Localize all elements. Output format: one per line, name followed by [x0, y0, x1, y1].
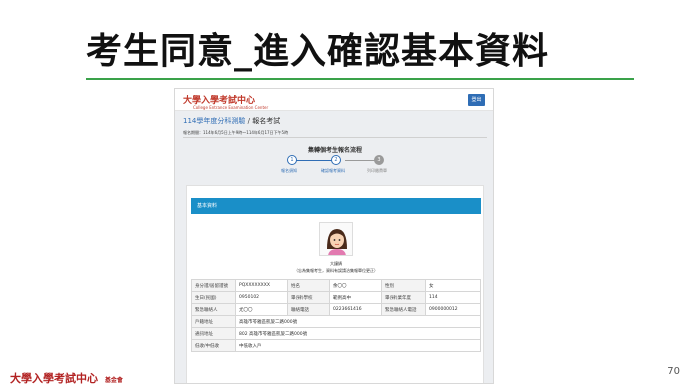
registration-period: 報名期間：114年6月5日上午9時～114年6月17日下午5時: [183, 130, 289, 135]
table-label: 聯絡電話: [287, 303, 330, 316]
page-number: 70: [667, 366, 680, 377]
table-label: 生日(民國): [191, 291, 236, 304]
breadcrumb-root-link[interactable]: 114學年度分科測驗: [183, 117, 245, 125]
footer-logo-small: 基金會: [104, 376, 123, 384]
table-label: 緊急聯絡人電話: [381, 303, 426, 316]
basic-info-card: 基本資料 大鐘鍋 （忘為集報考生，資料有誤請洽集報單位更正） 身分證/居留證號 …: [186, 185, 484, 383]
table-value: 0223661416: [329, 303, 382, 316]
table-value: PQXXXXXXXX: [235, 279, 288, 292]
table-label: 身分證/居留證號: [191, 279, 236, 292]
step-2-dot: 2: [331, 155, 341, 165]
site-logo[interactable]: 大學入學考試中心 College Entrance Examination Ce…: [183, 93, 268, 110]
correction-note: （忘為集報考生，資料有誤請洽集報單位更正）: [294, 268, 378, 273]
table-label: 緊急聯絡人: [191, 303, 236, 316]
footer-logo-text: 大學入學考試中心: [10, 372, 98, 385]
table-value: 114: [425, 291, 481, 304]
footer-logo: 大學入學考試中心 基金會: [10, 370, 123, 386]
progress-steps: 1 報名須知 2 確認報考資料 3 列印繳費單: [175, 155, 493, 179]
step-3-label: 列印繳費單: [367, 168, 387, 173]
divider: [183, 137, 487, 138]
step-1-label: 報名須知: [281, 168, 297, 173]
flow-title: 集轉個考生報名流程: [307, 147, 362, 154]
card-header: 基本資料: [191, 198, 481, 214]
table-value: 尤〇〇: [235, 303, 288, 316]
table-value: 中低收入戶: [235, 339, 481, 352]
table-value: 女: [425, 279, 481, 292]
step-2-label: 確認報考資料: [321, 168, 345, 173]
site-header: 大學入學考試中心 College Entrance Examination Ce…: [175, 89, 493, 111]
table-label: 低收/中低收: [191, 339, 236, 352]
table-label: 戶籍地址: [191, 315, 236, 328]
title-rule: [86, 78, 634, 80]
avatar-icon: [320, 223, 352, 255]
step-3-dot: 3: [374, 155, 384, 165]
table-row: 身分證/居留證號 PQXXXXXXXX 姓名 余〇〇 性別 女: [191, 279, 481, 292]
table-value: 0900000012: [425, 303, 481, 316]
student-name: 大鐘鍋: [330, 261, 342, 266]
table-row: 低收/中低收 中低收入戶: [191, 339, 481, 352]
table-label: 通訊地址: [191, 327, 236, 340]
slide-title: 考生同意_進入確認基本資料: [86, 31, 550, 72]
table-row: 戶籍地址 高雄市苓雅區凱旋二路000號: [191, 315, 481, 328]
breadcrumb: 114學年度分科測驗 / 報名考試: [183, 116, 280, 126]
table-label: 性別: [381, 279, 426, 292]
table-label: 畢(肄)業年度: [381, 291, 426, 304]
step-connector: [295, 160, 335, 161]
table-label: 姓名: [287, 279, 330, 292]
screenshot-frame: 大學入學考試中心 College Entrance Examination Ce…: [174, 88, 494, 384]
table-value: 802 高雄市苓雅區凱旋二路000號: [235, 327, 481, 340]
table-label: 畢(肄)學校: [287, 291, 330, 304]
table-row: 通訊地址 802 高雄市苓雅區凱旋二路000號: [191, 327, 481, 340]
student-photo: [319, 222, 353, 256]
brand-english: College Entrance Examination Center: [193, 105, 269, 110]
basic-info-table: 身分證/居留證號 PQXXXXXXXX 姓名 余〇〇 性別 女 生日(民國) 0…: [191, 279, 481, 352]
breadcrumb-current: 報名考試: [252, 117, 281, 125]
table-value: 0950102: [235, 291, 288, 304]
table-row: 生日(民國) 0950102 畢(肄)學校 範例高中 畢(肄)業年度 114: [191, 291, 481, 304]
logout-button[interactable]: 登出: [468, 94, 485, 106]
step-1-dot: 1: [287, 155, 297, 165]
table-value: 余〇〇: [329, 279, 382, 292]
breadcrumb-separator: /: [247, 117, 250, 125]
table-row: 緊急聯絡人 尤〇〇 聯絡電話 0223661416 緊急聯絡人電話 090000…: [191, 303, 481, 316]
table-value: 範例高中: [329, 291, 382, 304]
table-value: 高雄市苓雅區凱旋二路000號: [235, 315, 481, 328]
